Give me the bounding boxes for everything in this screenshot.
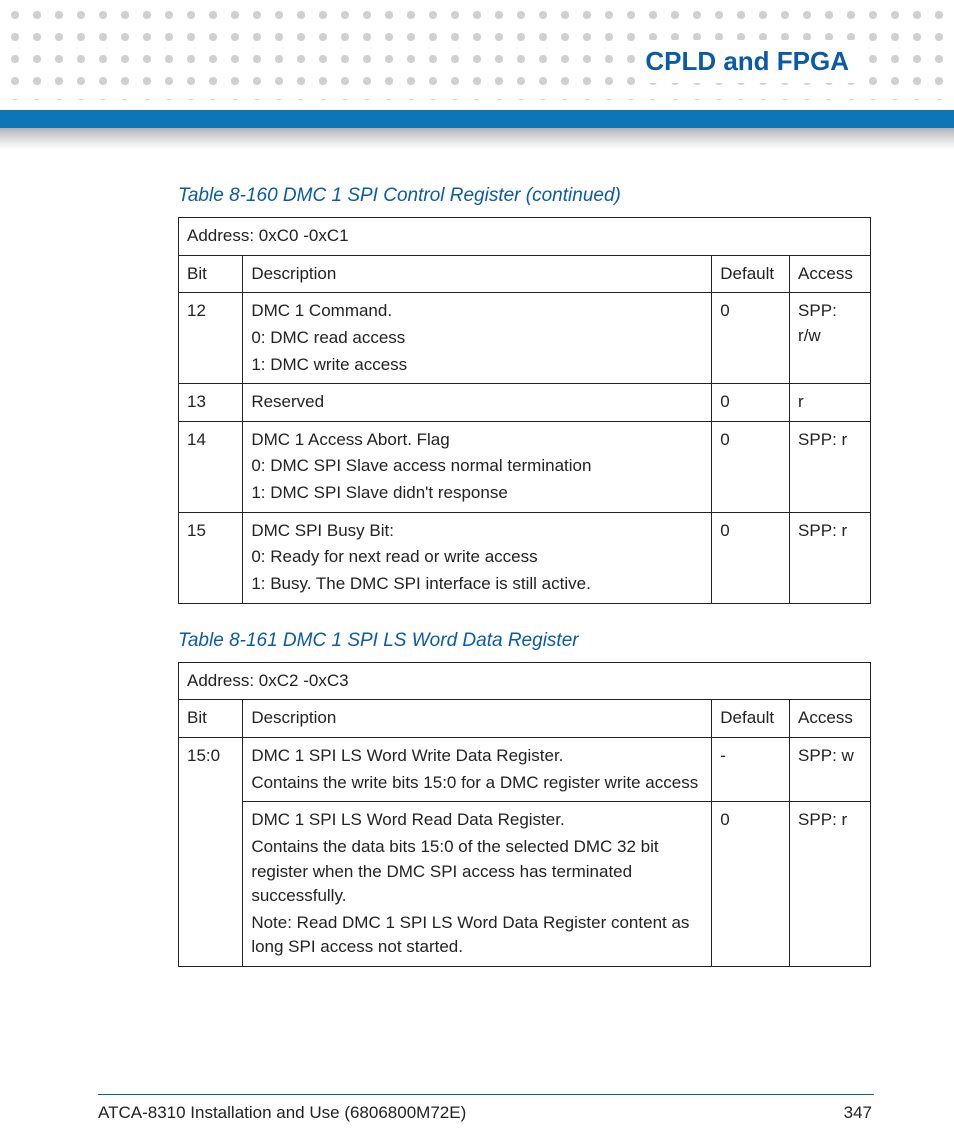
- hdr-default: Default: [712, 255, 790, 293]
- cell-access: r: [790, 384, 871, 422]
- table-row: 15 DMC SPI Busy Bit: 0: Ready for next r…: [179, 512, 871, 603]
- cell-access: SPP: r: [790, 512, 871, 603]
- cell-desc: Reserved: [243, 384, 712, 422]
- table-header-row: Bit Description Default Access: [179, 700, 871, 738]
- table-row: 14 DMC 1 Access Abort. Flag 0: DMC SPI S…: [179, 421, 871, 512]
- chapter-title: CPLD and FPGA: [635, 40, 859, 83]
- header-blue-bar: [0, 110, 954, 128]
- cell-access: SPP: r: [790, 421, 871, 512]
- hdr-bit: Bit: [179, 700, 243, 738]
- cell-bit: 12: [179, 293, 243, 384]
- cell-bit: 15:0: [179, 737, 243, 966]
- table-row: Address: 0xC0 -0xC1: [179, 218, 871, 256]
- cell-default: 0: [712, 421, 790, 512]
- hdr-access: Access: [790, 255, 871, 293]
- cell-default: 0: [712, 512, 790, 603]
- table-8-161: Address: 0xC2 -0xC3 Bit Description Defa…: [178, 662, 871, 967]
- cell-default: 0: [712, 802, 790, 967]
- cell-default: 0: [712, 293, 790, 384]
- table-row: 13 Reserved 0 r: [179, 384, 871, 422]
- hdr-access: Access: [790, 700, 871, 738]
- cell-default: 0: [712, 384, 790, 422]
- footer-rule: [98, 1094, 874, 1095]
- cell-desc: DMC SPI Busy Bit: 0: Ready for next read…: [243, 512, 712, 603]
- address-cell: Address: 0xC0 -0xC1: [179, 218, 871, 256]
- cell-access: SPP: r: [790, 802, 871, 967]
- cell-desc: DMC 1 SPI LS Word Read Data Register. Co…: [243, 802, 712, 967]
- footer-doc-title: ATCA-8310 Installation and Use (6806800M…: [98, 1103, 466, 1123]
- cell-access: SPP: r/w: [790, 293, 871, 384]
- cell-desc: DMC 1 SPI LS Word Write Data Register. C…: [243, 737, 712, 801]
- header-shadow: [0, 128, 954, 150]
- hdr-bit: Bit: [179, 255, 243, 293]
- cell-desc: DMC 1 Command. 0: DMC read access 1: DMC…: [243, 293, 712, 384]
- address-cell: Address: 0xC2 -0xC3: [179, 662, 871, 700]
- table-row: Address: 0xC2 -0xC3: [179, 662, 871, 700]
- cell-bit: 14: [179, 421, 243, 512]
- hdr-default: Default: [712, 700, 790, 738]
- table-caption-8-160: Table 8-160 DMC 1 SPI Control Register (…: [178, 185, 874, 207]
- hdr-desc: Description: [243, 255, 712, 293]
- hdr-desc: Description: [243, 700, 712, 738]
- cell-bit: 13: [179, 384, 243, 422]
- table-caption-8-161: Table 8-161 DMC 1 SPI LS Word Data Regis…: [178, 630, 874, 652]
- table-row: DMC 1 SPI LS Word Read Data Register. Co…: [179, 802, 871, 967]
- cell-desc: DMC 1 Access Abort. Flag 0: DMC SPI Slav…: [243, 421, 712, 512]
- table-8-160: Address: 0xC0 -0xC1 Bit Description Defa…: [178, 217, 871, 604]
- cell-bit: 15: [179, 512, 243, 603]
- table-header-row: Bit Description Default Access: [179, 255, 871, 293]
- table-row: 15:0 DMC 1 SPI LS Word Write Data Regist…: [179, 737, 871, 801]
- table-row: 12 DMC 1 Command. 0: DMC read access 1: …: [179, 293, 871, 384]
- cell-access: SPP: w: [790, 737, 871, 801]
- cell-default: -: [712, 737, 790, 801]
- footer-page-number: 347: [844, 1103, 872, 1123]
